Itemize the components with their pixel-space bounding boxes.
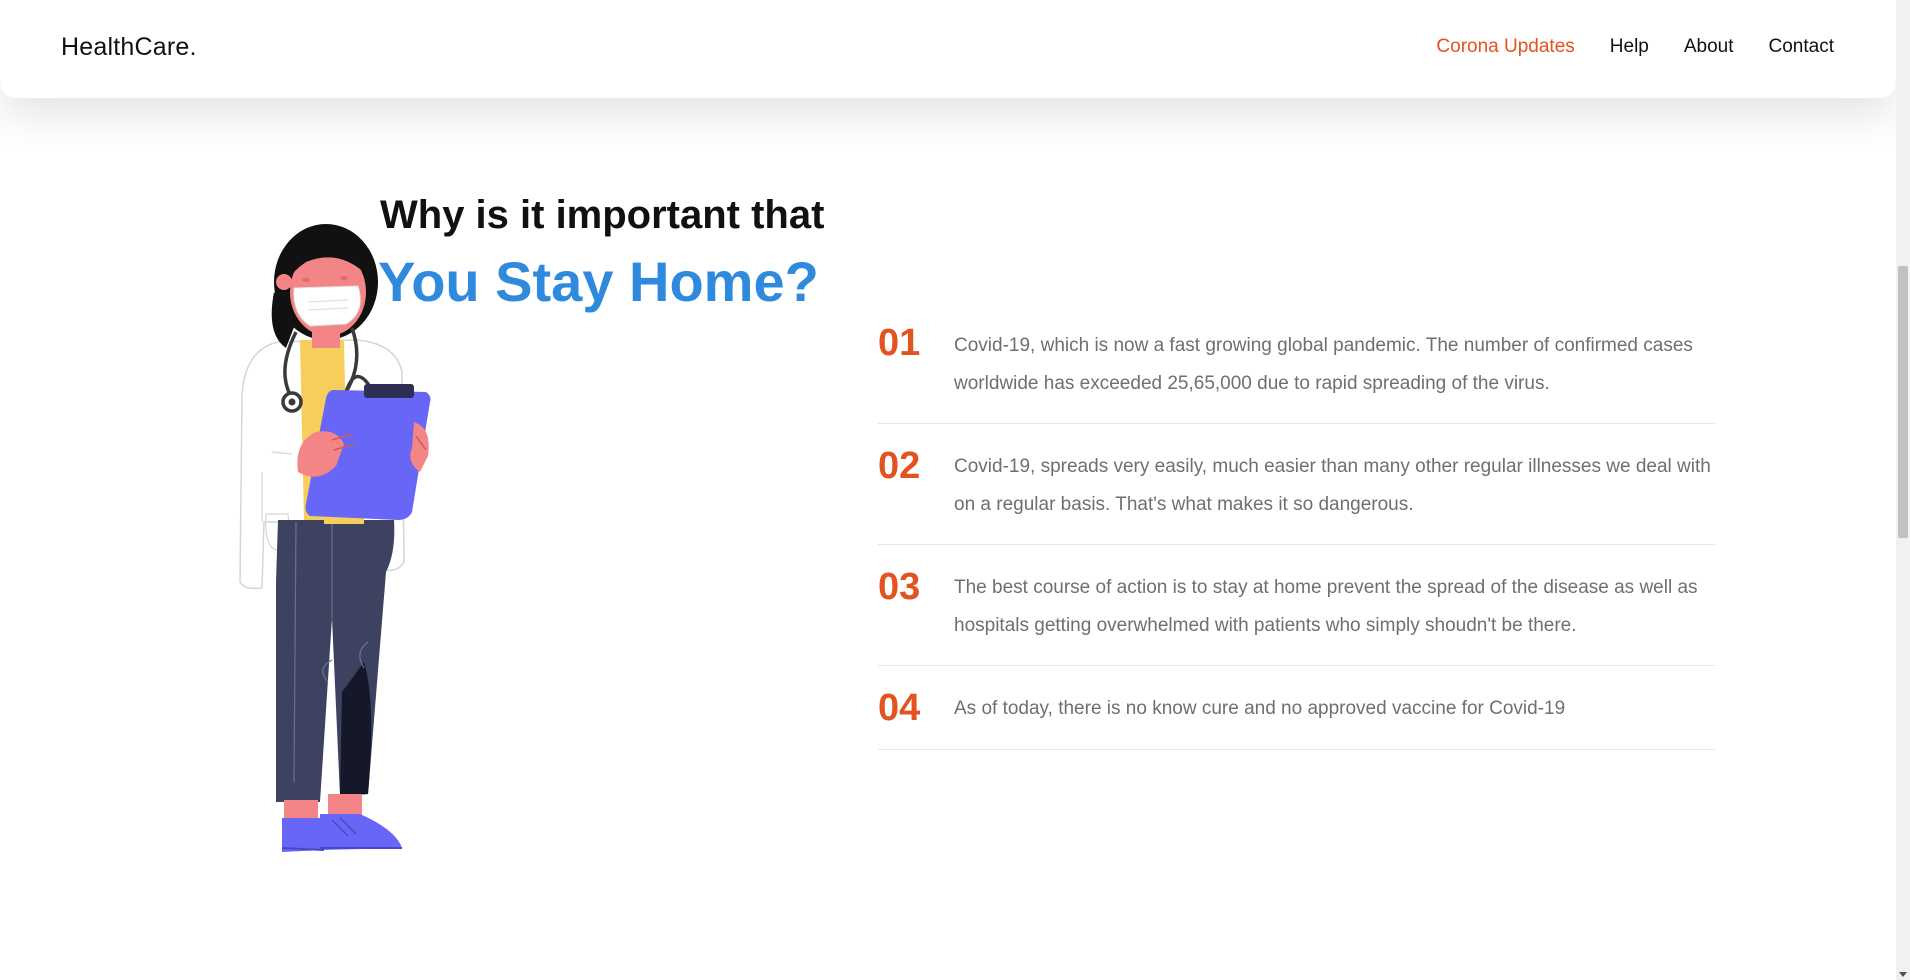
page: HealthCare. Corona Updates Help About Co… bbox=[0, 0, 1910, 980]
page-scrollbar[interactable] bbox=[1896, 0, 1910, 980]
nav-link-contact[interactable]: Contact bbox=[1769, 36, 1834, 58]
reason-number: 03 bbox=[878, 566, 921, 608]
list-item: 02 Covid-19, spreads very easily, much e… bbox=[878, 424, 1715, 545]
navbar: HealthCare. Corona Updates Help About Co… bbox=[0, 0, 1896, 98]
nav-link-about[interactable]: About bbox=[1684, 36, 1734, 58]
scroll-down-arrow-icon[interactable] bbox=[1899, 972, 1907, 977]
nav-link-help[interactable]: Help bbox=[1610, 36, 1649, 58]
reason-text: As of today, there is no know cure and n… bbox=[954, 698, 1566, 719]
reason-text: Covid-19, spreads very easily, much easi… bbox=[954, 456, 1711, 515]
reason-number: 04 bbox=[878, 687, 921, 729]
reason-text: The best course of action is to stay at … bbox=[954, 577, 1698, 636]
main-nav: Corona Updates Help About Contact bbox=[1436, 36, 1834, 58]
scrollbar-thumb[interactable] bbox=[1898, 266, 1908, 538]
reason-text: Covid-19, which is now a fast growing gl… bbox=[954, 335, 1693, 394]
section-heading: Why is it important that bbox=[380, 193, 825, 237]
reason-number: 02 bbox=[878, 445, 921, 487]
list-item: 04 As of today, there is no know cure an… bbox=[878, 666, 1715, 750]
nav-link-corona-updates[interactable]: Corona Updates bbox=[1436, 36, 1574, 58]
brand-logo[interactable]: HealthCare. bbox=[61, 33, 197, 62]
list-item: 03 The best course of action is to stay … bbox=[878, 545, 1715, 666]
doctor-illustration bbox=[239, 224, 431, 852]
reason-number: 01 bbox=[878, 322, 921, 364]
reasons-list: 01 Covid-19, which is now a fast growing… bbox=[878, 318, 1715, 750]
list-item: 01 Covid-19, which is now a fast growing… bbox=[878, 318, 1715, 424]
section-heading-highlight: You Stay Home? bbox=[378, 250, 819, 313]
